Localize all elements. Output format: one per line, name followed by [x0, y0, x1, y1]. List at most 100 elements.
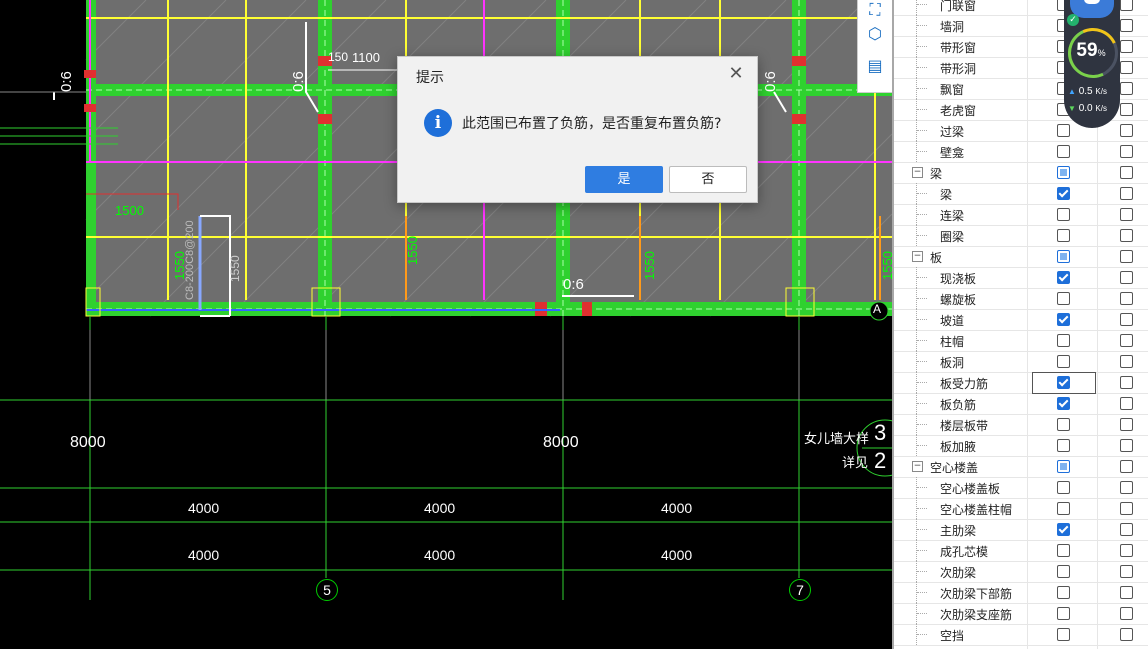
panel-row-label: 连梁 [940, 209, 965, 223]
visibility-checkbox[interactable] [1057, 460, 1070, 473]
panel-row-label: 墙洞 [940, 20, 965, 34]
display-name-checkbox[interactable] [1120, 124, 1133, 137]
detail-label: 详见 [842, 455, 869, 470]
info-icon: i [424, 109, 452, 137]
visibility-checkbox[interactable] [1057, 418, 1070, 431]
visibility-checkbox[interactable] [1057, 187, 1070, 200]
display-settings-icon[interactable]: ▤ [865, 56, 885, 76]
collapse-icon[interactable]: − [912, 461, 923, 472]
panel-row-label: 板负筋 [940, 398, 977, 412]
panel-row: 壁龛 [894, 141, 1148, 163]
panel-row-label: 空心楼盖 [930, 461, 979, 475]
3d-view-icon[interactable]: ⬡ [865, 24, 885, 44]
visibility-checkbox[interactable] [1057, 565, 1070, 578]
display-name-checkbox[interactable] [1120, 82, 1133, 95]
visibility-checkbox[interactable] [1057, 250, 1070, 263]
display-name-checkbox[interactable] [1120, 0, 1133, 11]
display-name-checkbox[interactable] [1120, 439, 1133, 452]
detail-bubble-bottom: 2 [874, 448, 887, 473]
display-name-checkbox[interactable] [1120, 418, 1133, 431]
visibility-checkbox[interactable] [1057, 439, 1070, 452]
visibility-checkbox[interactable] [1057, 124, 1070, 137]
visibility-checkbox[interactable] [1057, 313, 1070, 326]
display-name-checkbox[interactable] [1120, 166, 1133, 179]
display-name-checkbox[interactable] [1120, 376, 1133, 389]
visibility-checkbox[interactable] [1057, 208, 1070, 221]
display-name-checkbox[interactable] [1120, 19, 1133, 32]
display-name-checkbox[interactable] [1120, 544, 1133, 557]
parapet-label: 女儿墙大样 [804, 431, 870, 446]
display-name-checkbox[interactable] [1120, 229, 1133, 242]
panel-row: 坡道 [894, 309, 1148, 331]
panel-row: 次肋梁下部筋 [894, 582, 1148, 604]
visibility-checkbox[interactable] [1057, 376, 1070, 389]
display-name-checkbox[interactable] [1120, 313, 1133, 326]
display-name-checkbox[interactable] [1120, 208, 1133, 221]
visibility-checkbox[interactable] [1057, 523, 1070, 536]
display-name-checkbox[interactable] [1120, 460, 1133, 473]
visibility-checkbox[interactable] [1057, 166, 1070, 179]
fullscreen-icon[interactable]: ⛶ [865, 0, 885, 20]
display-name-checkbox[interactable] [1120, 607, 1133, 620]
display-name-checkbox[interactable] [1120, 502, 1133, 515]
panel-row: 空挡 [894, 624, 1148, 646]
panel-row-label: 带形窗 [940, 41, 977, 55]
visibility-checkbox[interactable] [1057, 607, 1070, 620]
visibility-checkbox[interactable] [1057, 481, 1070, 494]
display-name-checkbox[interactable] [1120, 628, 1133, 641]
visibility-checkbox[interactable] [1057, 544, 1070, 557]
panel-row-label: 门联窗 [940, 0, 977, 13]
display-name-checkbox[interactable] [1120, 481, 1133, 494]
visibility-checkbox[interactable] [1057, 397, 1070, 410]
visibility-checkbox[interactable] [1057, 229, 1070, 242]
display-name-checkbox[interactable] [1120, 250, 1133, 263]
visibility-checkbox[interactable] [1057, 586, 1070, 599]
panel-row: 圈梁 [894, 225, 1148, 247]
display-name-checkbox[interactable] [1120, 271, 1133, 284]
display-name-checkbox[interactable] [1120, 565, 1133, 578]
collapse-icon[interactable]: − [912, 251, 923, 262]
dim-1100: 1100 [352, 50, 380, 65]
dialog-title: 提示 [416, 70, 444, 86]
panel-row: − 梁 [894, 162, 1148, 184]
visibility-checkbox[interactable] [1057, 502, 1070, 515]
display-name-checkbox[interactable] [1120, 523, 1133, 536]
panel-row-label: 空心楼盖板 [940, 482, 1001, 496]
visibility-checkbox[interactable] [1057, 292, 1070, 305]
close-icon[interactable]: ✕ [725, 63, 747, 85]
axis-label-a: A [873, 302, 882, 316]
visibility-checkbox[interactable] [1057, 145, 1070, 158]
visibility-checkbox[interactable] [1057, 628, 1070, 641]
panel-row-label: 板洞 [940, 356, 965, 370]
panel-row: − 板 [894, 246, 1148, 268]
axis-bubble-5[interactable]: 5 [316, 579, 338, 601]
panel-row-label: 现浇板 [940, 272, 977, 286]
display-name-checkbox[interactable] [1120, 145, 1133, 158]
display-name-checkbox[interactable] [1120, 355, 1133, 368]
download-speed: ▼ 0.0 K/s [1068, 103, 1107, 114]
collapse-icon[interactable]: − [912, 167, 923, 178]
dim-4000: 4000 [661, 547, 693, 563]
display-name-checkbox[interactable] [1120, 292, 1133, 305]
visibility-checkbox[interactable] [1057, 355, 1070, 368]
yes-button[interactable]: 是 [585, 166, 663, 193]
panel-row-label: 梁 [930, 167, 943, 181]
panel-row-label: 圈梁 [940, 230, 965, 244]
panel-row-label: 成孔芯模 [940, 545, 989, 559]
axis-bubble-7[interactable]: 7 [789, 579, 811, 601]
visibility-checkbox[interactable] [1057, 271, 1070, 284]
panel-row: 板受力筋 [894, 372, 1148, 394]
display-name-checkbox[interactable] [1120, 61, 1133, 74]
display-name-checkbox[interactable] [1120, 397, 1133, 410]
panel-row: 过梁 [894, 120, 1148, 142]
visibility-checkbox[interactable] [1057, 334, 1070, 347]
display-name-checkbox[interactable] [1120, 187, 1133, 200]
display-name-checkbox[interactable] [1120, 40, 1133, 53]
display-name-checkbox[interactable] [1120, 103, 1133, 116]
network-speed-widget[interactable]: ✓ 59% ▲ 0.5 K/s ▼ 0.0 K/s [1060, 0, 1126, 128]
display-name-checkbox[interactable] [1120, 586, 1133, 599]
no-button[interactable]: 否 [669, 166, 747, 193]
panel-row-label: 次肋梁下部筋 [940, 587, 1013, 601]
panel-row: 次肋梁 [894, 561, 1148, 583]
display-name-checkbox[interactable] [1120, 334, 1133, 347]
